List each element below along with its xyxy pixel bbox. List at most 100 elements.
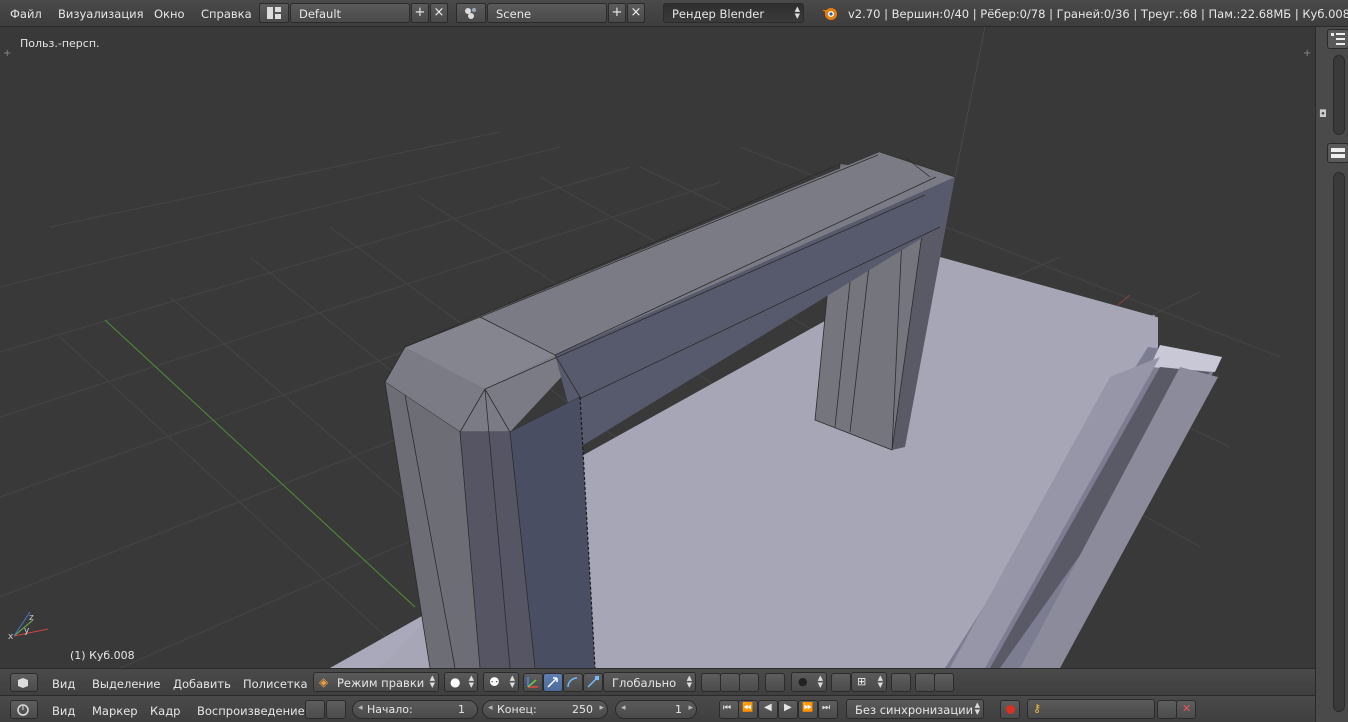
mode-select[interactable]: ◈ Режим правки ▲ ▼ <box>313 672 439 692</box>
layers-icon[interactable] <box>891 673 911 692</box>
region-expand-icon[interactable]: + <box>3 48 11 59</box>
proportional-edit-select[interactable]: ● ▲ ▼ <box>791 672 827 692</box>
edit-mode-icon: ◈ <box>319 675 329 689</box>
z-axis-line <box>954 27 986 178</box>
sync-label: Без синхронизации <box>855 703 974 717</box>
properties-icon[interactable] <box>1327 143 1348 163</box>
scale-manipulator-icon[interactable] <box>583 673 603 692</box>
properties-scrollbar[interactable] <box>1333 172 1345 712</box>
menu-select[interactable]: Выделение <box>92 677 161 691</box>
vertex-select-icon[interactable] <box>701 673 721 692</box>
render-image-icon[interactable] <box>915 673 935 692</box>
translate-manipulator-icon[interactable] <box>543 673 563 692</box>
blender-logo-icon <box>822 8 837 20</box>
timeline-menu-view[interactable]: Вид <box>52 704 75 718</box>
render-engine-select[interactable]: Рендер Blender ▲ ▼ <box>663 3 804 23</box>
start-frame-value: 1 <box>458 703 465 716</box>
record-icon[interactable] <box>1000 700 1020 719</box>
start-frame-label: Начало: <box>367 703 413 716</box>
current-frame-field[interactable]: ◂ 1 ▸ <box>615 700 697 719</box>
menu-mesh[interactable]: Полисетка <box>243 677 308 691</box>
face-select-icon[interactable] <box>739 673 759 692</box>
key-icon: ⚷ <box>1033 702 1042 715</box>
jump-start-icon[interactable]: ⏮ <box>719 700 739 719</box>
decrement-icon[interactable]: ◂ <box>488 703 493 713</box>
timeline-menu-frame[interactable]: Кадр <box>150 704 180 718</box>
timeline-menu-playback[interactable]: Воспроизведение <box>197 704 305 718</box>
render-animation-icon[interactable] <box>934 673 954 692</box>
scene-field[interactable]: Scene <box>487 3 607 23</box>
remove-screen-button[interactable]: × <box>430 3 448 23</box>
info-header: Файл Визуализация Окно Справка Default +… <box>0 0 1348 27</box>
menu-add[interactable]: Добавить <box>173 677 231 691</box>
orientation-select[interactable]: Глобально ▲ ▼ <box>603 672 696 692</box>
snap-grid-icon: ⊞ <box>857 675 867 688</box>
blender-window: Файл Визуализация Окно Справка Default +… <box>0 0 1348 722</box>
end-frame-value: 250 <box>572 703 593 716</box>
axis-y-label: y <box>24 626 30 636</box>
manipulator-toggle-icon[interactable] <box>523 673 543 692</box>
play-reverse-icon[interactable]: ◀ <box>758 700 778 719</box>
timeline-menu-marker[interactable]: Маркер <box>92 704 138 718</box>
add-screen-button[interactable]: + <box>411 3 429 23</box>
add-scene-button[interactable]: + <box>608 3 626 23</box>
3d-view-header: Вид Выделение Добавить Полисетка ◈ Режим… <box>0 668 1315 695</box>
outliner-scrollbar[interactable] <box>1333 55 1345 135</box>
proportional-icon: ● <box>798 675 808 688</box>
scene-canvas[interactable]: x y z <box>0 27 1315 668</box>
snap-toggle-icon[interactable] <box>831 673 851 692</box>
menu-file[interactable]: Файл <box>10 7 42 21</box>
3d-viewport[interactable]: x y z Польз.-персп. (1) Куб.008 + + <box>0 27 1315 668</box>
occlude-geometry-icon[interactable] <box>765 673 785 692</box>
axis-z-label: z <box>29 613 34 623</box>
end-frame-label: Конец: <box>497 703 537 716</box>
edge-select-icon[interactable] <box>720 673 740 692</box>
start-frame-field[interactable]: ◂ Начало: 1 <box>352 700 478 719</box>
scene-statistics: v2.70 | Вершин:0/40 | Рёбер:0/78 | Гране… <box>848 7 1348 21</box>
decrement-icon[interactable]: ◂ <box>358 703 363 713</box>
snap-element-select[interactable]: ⊞ ▲ ▼ <box>851 672 887 692</box>
lock-range-icon[interactable] <box>326 700 346 719</box>
jump-end-icon[interactable]: ⏭ <box>818 700 838 719</box>
remove-scene-button[interactable]: × <box>627 3 645 23</box>
delete-keyframe-icon[interactable]: ✕ <box>1176 700 1196 719</box>
outliner-icon[interactable] <box>1327 29 1348 49</box>
keying-set-field[interactable]: ⚷ <box>1027 699 1155 719</box>
screen-layout-icon[interactable] <box>259 3 289 23</box>
pivot-select[interactable]: ⚉ ▲ ▼ <box>483 672 519 692</box>
end-frame-field[interactable]: ◂ Конец: 250 ▸ <box>482 700 608 719</box>
view-name-label: Польз.-персп. <box>20 37 100 50</box>
insert-keyframe-icon[interactable] <box>1157 700 1177 719</box>
editor-type-icon[interactable] <box>10 673 38 692</box>
menu-window[interactable]: Окно <box>154 7 185 21</box>
decrement-icon[interactable]: ◂ <box>621 703 626 713</box>
menu-render[interactable]: Визуализация <box>58 7 144 21</box>
updown-icon: ▲ ▼ <box>429 674 435 689</box>
increment-icon[interactable]: ▸ <box>688 703 693 713</box>
screen-layout-field[interactable]: Default <box>290 3 410 23</box>
increment-icon[interactable]: ▸ <box>599 703 604 713</box>
rotate-manipulator-icon[interactable] <box>563 673 583 692</box>
scene-icon[interactable] <box>456 3 486 23</box>
updown-icon: ▲ ▼ <box>686 674 692 689</box>
mode-label: Режим правки <box>337 676 425 690</box>
orientation-label: Глобально <box>612 676 677 690</box>
current-frame-value: 1 <box>675 703 682 716</box>
region-expand-icon[interactable]: + <box>1303 48 1311 59</box>
preview-range-icon[interactable] <box>305 700 325 719</box>
updown-icon: ▲ ▼ <box>794 5 800 20</box>
properties-strip: ◘ <box>1315 27 1348 722</box>
shading-select[interactable]: ● ▲ ▼ <box>444 672 478 692</box>
play-icon[interactable]: ▶ <box>778 700 798 719</box>
render-engine-label: Рендер Blender <box>672 7 765 21</box>
camera-icon: ◘ <box>1319 109 1327 120</box>
sync-select[interactable]: Без синхронизации ▲ ▼ <box>846 699 984 719</box>
timeline-editor-icon[interactable] <box>10 700 38 719</box>
axis-x-label: x <box>8 632 14 642</box>
menu-view[interactable]: Вид <box>52 677 75 691</box>
updown-icon: ▲ ▼ <box>509 674 515 689</box>
next-keyframe-icon[interactable]: ⏩ <box>798 700 818 719</box>
prev-keyframe-icon[interactable]: ⏪ <box>738 700 758 719</box>
axis-gizmo: x y z <box>8 611 49 642</box>
menu-help[interactable]: Справка <box>201 7 252 21</box>
